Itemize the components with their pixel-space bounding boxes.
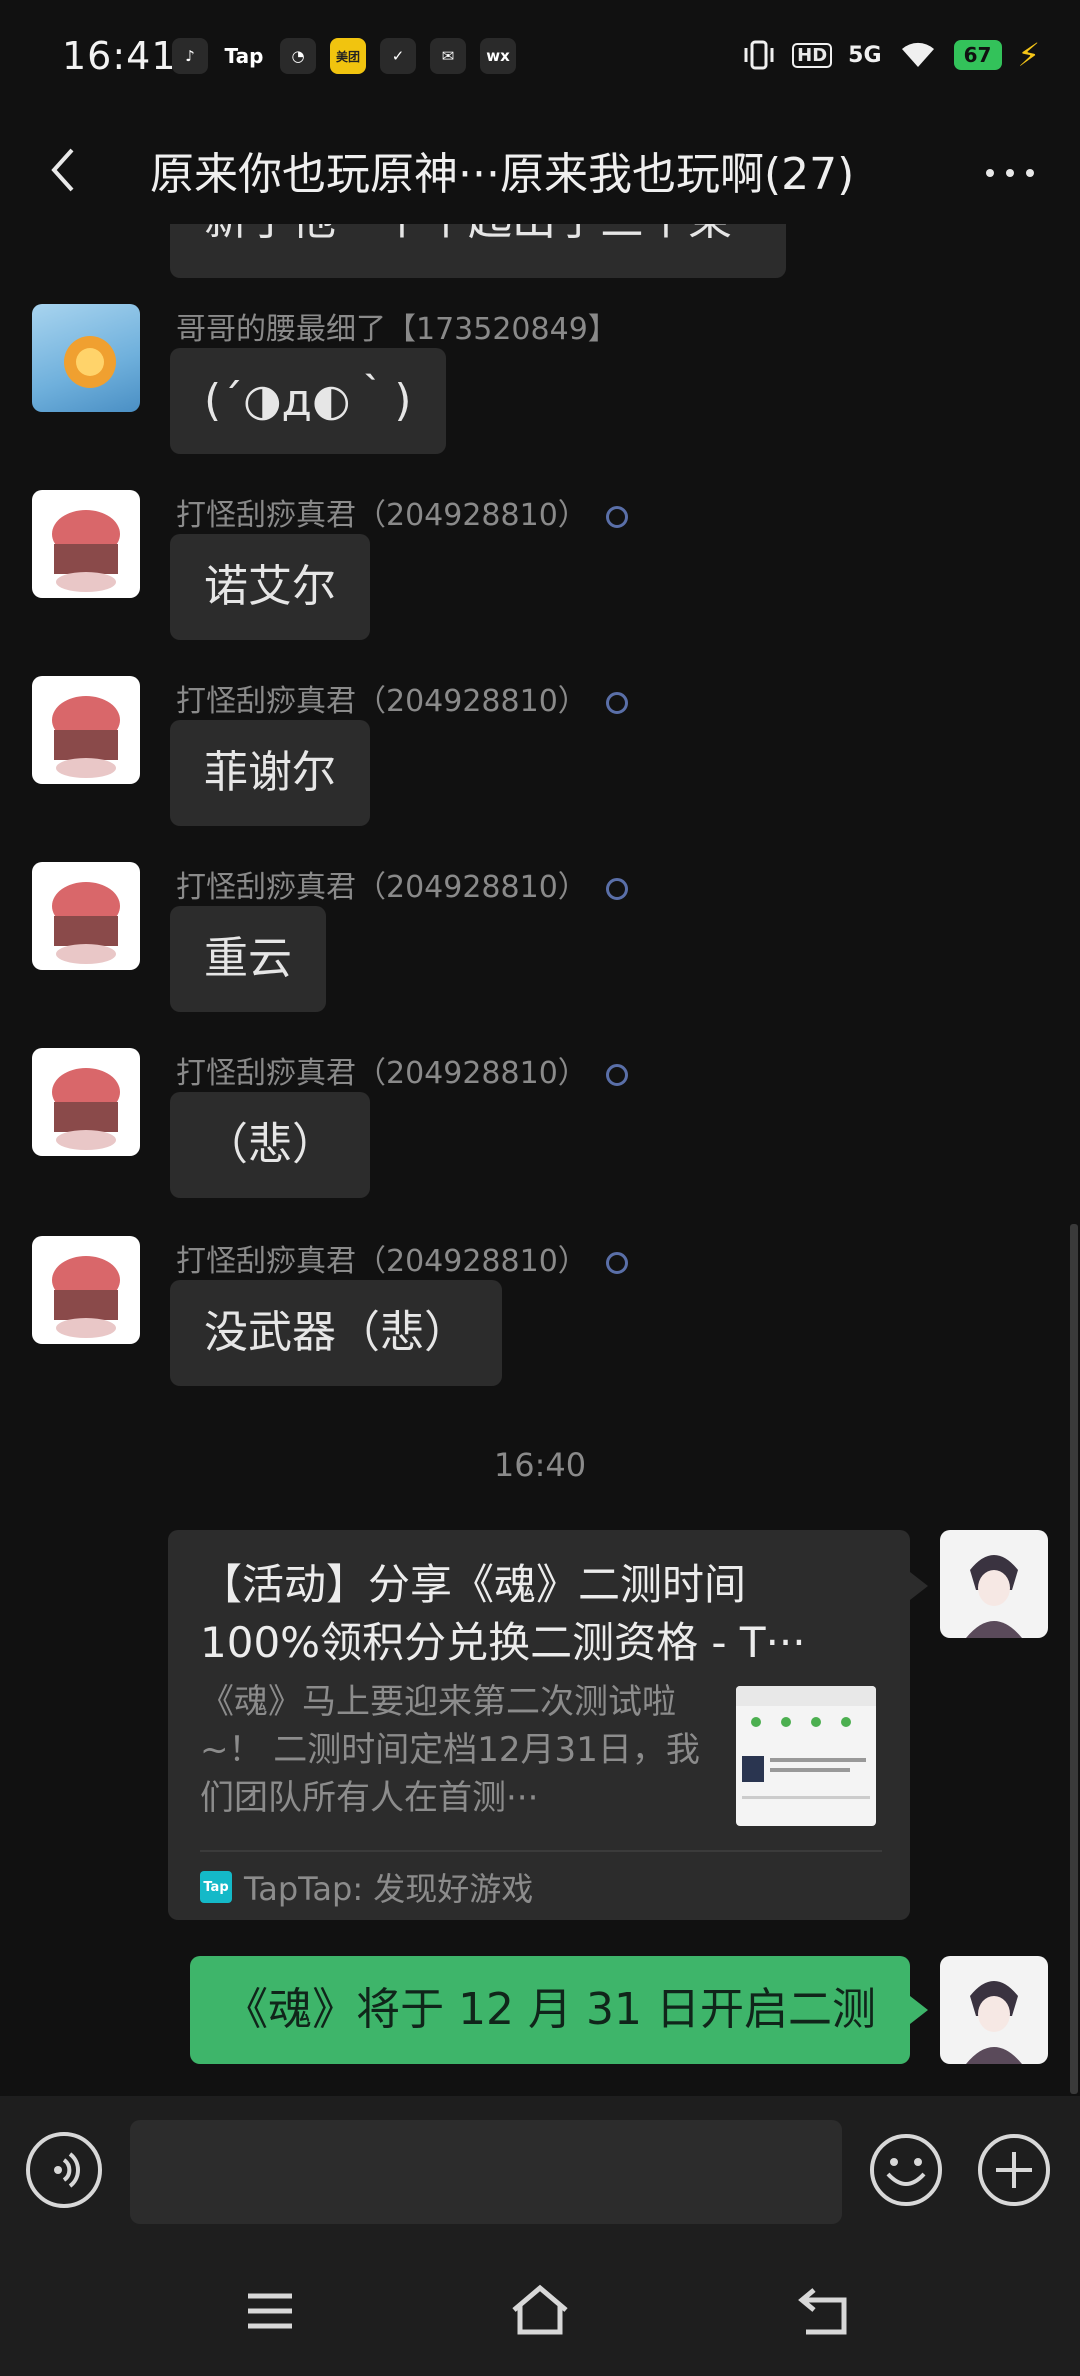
sender-name: 打怪刮痧真君（204928810） [176, 1236, 628, 1280]
card-source: Tap TapTap: 发现好游戏 [200, 1864, 533, 1910]
system-nav-bar [0, 2250, 1080, 2376]
chat-header: 原来你也玩原神···原来我也玩啊(27) [0, 118, 1080, 224]
avatar[interactable] [32, 862, 140, 970]
card-divider [200, 1850, 882, 1852]
more-options-icon[interactable] [980, 148, 1040, 198]
back-nav-icon[interactable] [784, 2276, 864, 2346]
voice-input-button[interactable] [26, 2132, 102, 2208]
speedometer-icon: ◔ [280, 38, 316, 74]
plus-icon[interactable] [976, 2132, 1052, 2208]
message-bubble[interactable]: 菲谢尔 [170, 720, 370, 826]
avatar[interactable] [32, 1236, 140, 1344]
online-status-icon [605, 1063, 628, 1086]
online-status-icon [605, 691, 628, 714]
battery-icon: 67 [953, 40, 1002, 70]
charging-icon: ⚡ [1017, 36, 1040, 74]
input-bar [0, 2096, 1080, 2250]
message-bubble[interactable]: 重云 [170, 906, 326, 1012]
menu-icon[interactable] [230, 2276, 310, 2346]
taptap-icon: Tap [224, 44, 264, 68]
signal-icon: 5G [848, 42, 882, 68]
sender-name: 哥哥的腰最细了【173520849】 [176, 312, 618, 347]
status-time: 16:41 [62, 34, 177, 78]
notification-icons: ♪ Tap ◔ 美团 ✓ ✉ wx [172, 38, 516, 74]
self-avatar[interactable] [940, 1530, 1048, 1638]
message-bubble-partial[interactable]: 新了他一个个起出了三个東 [170, 224, 786, 278]
sender-name: 打怪刮痧真君（204928810） [176, 862, 628, 906]
self-message-bubble[interactable]: 《魂》将于 12 月 31 日开启二测 [190, 1956, 928, 2064]
hd-icon: HD [792, 42, 833, 68]
card-title: 【活动】分享《魂》二测时间 100%领积分兑换二测资格 - T··· [200, 1560, 806, 1667]
online-status-icon [605, 1251, 628, 1274]
card-description: 《魂》马上要迎来第二次测试啦~！ 二测时间定档12月31日，我们团队所有人在首测… [200, 1682, 700, 1818]
chat-title: 原来你也玩原神···原来我也玩啊(27) [150, 149, 855, 200]
card-thumbnail [736, 1686, 876, 1826]
meituan-icon: 美团 [330, 38, 366, 74]
scrollbar[interactable] [1070, 1224, 1078, 2094]
message-input[interactable] [130, 2120, 842, 2224]
taptap-logo-icon: Tap [200, 1871, 232, 1903]
avatar[interactable] [32, 304, 140, 412]
avatar[interactable] [32, 676, 140, 784]
message-bubble[interactable]: 诺艾尔 [170, 534, 370, 640]
online-status-icon [605, 877, 628, 900]
vibrate-icon [744, 40, 774, 70]
chat-message-list[interactable]: 新了他一个个起出了三个東 哥哥的腰最细了【173520849】 (´◑д◐｀) … [0, 224, 1080, 2096]
back-icon[interactable] [34, 140, 94, 200]
voice-icon [54, 2152, 80, 2188]
system-icons: HD 5G 67 ⚡ [742, 38, 1040, 72]
check-app-icon: ✓ [380, 38, 416, 74]
sender-name: 打怪刮痧真君（204928810） [176, 490, 628, 534]
wifi-icon [901, 42, 934, 67]
douyin-icon: ♪ [172, 38, 208, 74]
avatar[interactable] [32, 490, 140, 598]
message-bubble[interactable]: 没武器（悲） [170, 1280, 502, 1386]
emoji-icon[interactable] [868, 2132, 944, 2208]
self-avatar[interactable] [940, 1956, 1048, 2064]
shared-link-card[interactable]: 【活动】分享《魂》二测时间 100%领积分兑换二测资格 - T··· 《魂》马上… [168, 1530, 928, 1920]
message-bubble[interactable]: (´◑д◐｀) [170, 348, 446, 454]
avatar[interactable] [32, 1048, 140, 1156]
online-status-icon [605, 505, 628, 528]
message-bubble[interactable]: （悲） [170, 1092, 370, 1198]
mail-icon: ✉ [430, 38, 466, 74]
status-bar: 16:41 ♪ Tap ◔ 美团 ✓ ✉ wx HD 5G 67 ⚡ [0, 0, 1080, 118]
sender-name: 打怪刮痧真君（204928810） [176, 1048, 628, 1092]
home-icon[interactable] [500, 2276, 580, 2346]
sender-name: 打怪刮痧真君（204928810） [176, 676, 628, 720]
wechat-icon: wx [480, 38, 516, 74]
message-timestamp: 16:40 [493, 1446, 587, 1484]
